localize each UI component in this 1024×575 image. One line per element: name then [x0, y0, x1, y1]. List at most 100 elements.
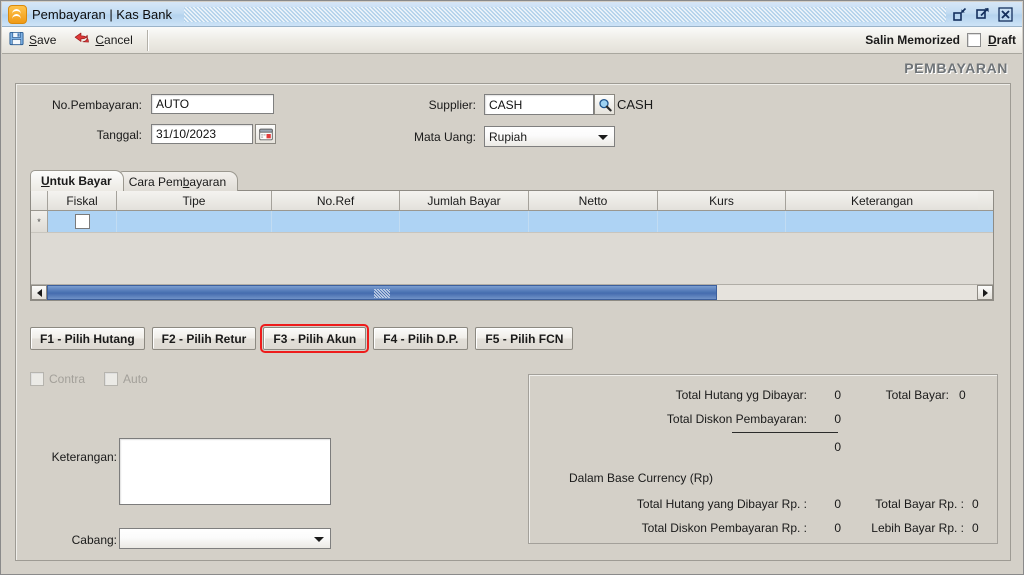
- grid-empty-area: [31, 232, 993, 286]
- auto-checkbox: [104, 372, 119, 386]
- cabang-select[interactable]: [119, 528, 331, 549]
- total-hutang-value: 0: [834, 388, 841, 402]
- mata-uang-label: Mata Uang:: [413, 130, 476, 144]
- arrow-left-icon[interactable]: [31, 285, 47, 300]
- calendar-icon[interactable]: [255, 124, 276, 144]
- f4-pilih-dp-button[interactable]: F4 - Pilih D.P.: [373, 327, 469, 350]
- tab-untuk-bayar[interactable]: Untuk Bayar: [30, 170, 124, 191]
- tab-untuk-bayar-label: Untuk Bayar: [41, 174, 112, 188]
- lebih-bayar-rp-value: 0: [972, 521, 979, 535]
- supplier-label: Supplier:: [428, 98, 476, 112]
- base-currency-label: Dalam Base Currency (Rp): [569, 471, 714, 485]
- contra-checkbox: [30, 372, 44, 386]
- chevron-down-icon-cabang: [314, 536, 324, 542]
- payment-lines-grid: Fiskal Tipe No.Ref Jumlah Bayar Netto Ku…: [30, 190, 994, 301]
- application-window: Pembayaran | Kas Bank Save Cancel Salin …: [0, 0, 1024, 575]
- window-title: Pembayaran | Kas Bank: [32, 6, 172, 22]
- cell-kurs[interactable]: [658, 211, 786, 232]
- total-diskon-rp-label: Total Diskon Pembayaran Rp. :: [641, 521, 807, 535]
- mata-uang-value: Rupiah: [489, 129, 528, 144]
- tanggal-label: Tanggal:: [96, 128, 142, 142]
- total-hutang-rp-label: Total Hutang yang Dibayar Rp. :: [636, 497, 807, 511]
- grid-header-jumlah-bayar[interactable]: Jumlah Bayar: [400, 191, 529, 210]
- no-pembayaran-input[interactable]: AUTO: [151, 94, 274, 114]
- main-panel: No.Pembayaran: AUTO Tanggal: 31/10/2023 …: [15, 83, 1011, 561]
- keterangan-label: Keterangan:: [51, 450, 117, 464]
- grid-header-kurs[interactable]: Kurs: [658, 191, 786, 210]
- tab-cara-pembayaran[interactable]: Cara Pembayaran: [117, 171, 239, 191]
- save-button-label: Save: [29, 33, 57, 47]
- window-controls: [950, 6, 1015, 23]
- grid-header-row: Fiskal Tipe No.Ref Jumlah Bayar Netto Ku…: [31, 191, 993, 211]
- grid-corner-cell: [31, 191, 48, 210]
- grid-header-netto[interactable]: Netto: [529, 191, 658, 210]
- draft-checkbox[interactable]: [966, 33, 981, 47]
- restore-icon[interactable]: [950, 6, 969, 23]
- scrollbar-track[interactable]: [47, 285, 977, 300]
- close-icon[interactable]: [996, 6, 1015, 23]
- f3-pilih-akun-button[interactable]: F3 - Pilih Akun: [260, 324, 370, 353]
- page-header-strip: PEMBAYARAN: [2, 54, 1022, 82]
- f1-pilih-hutang-button[interactable]: F1 - Pilih Hutang: [30, 327, 145, 350]
- chevron-down-icon: [598, 134, 608, 140]
- magnifier-icon[interactable]: [594, 94, 615, 115]
- draft-label: Draft: [987, 33, 1016, 47]
- page-title: PEMBAYARAN: [904, 60, 1008, 76]
- total-diskon-value: 0: [834, 412, 841, 426]
- lebih-bayar-rp-label: Lebih Bayar Rp. :: [871, 521, 964, 535]
- supplier-input[interactable]: CASH: [484, 94, 594, 115]
- chevrons-up-icon: [8, 4, 27, 24]
- contra-label: Contra: [49, 372, 86, 386]
- function-button-bar: F1 - Pilih Hutang F2 - Pilih Retur F3 - …: [30, 324, 574, 353]
- mata-uang-select[interactable]: Rupiah: [484, 126, 615, 147]
- total-bayar-rp-value: 0: [972, 497, 979, 511]
- cell-fiskal[interactable]: [48, 211, 117, 232]
- tanggal-input[interactable]: 31/10/2023: [151, 124, 253, 144]
- table-row[interactable]: *: [31, 211, 993, 232]
- no-pembayaran-label: No.Pembayaran:: [51, 98, 142, 112]
- title-bar-hatch: [183, 6, 946, 22]
- row-marker: *: [31, 211, 48, 232]
- undo-arrow-icon: [73, 31, 90, 49]
- grid-header-fiskal[interactable]: Fiskal: [48, 191, 117, 210]
- cancel-button[interactable]: Cancel: [66, 29, 142, 51]
- tab-strip: Untuk Bayar Cara Pembayaran: [30, 170, 239, 191]
- cabang-label: Cabang:: [71, 533, 117, 547]
- toolbar: Save Cancel Salin Memorized Draft: [2, 27, 1022, 54]
- cell-keterangan[interactable]: [786, 211, 978, 232]
- toolbar-separator: [146, 29, 149, 51]
- scrollbar-thumb[interactable]: [47, 285, 717, 300]
- supplier-name-text: CASH: [617, 97, 654, 112]
- totals-panel: Total Hutang yg Dibayar: 0 Total Bayar: …: [528, 374, 998, 544]
- grid-horizontal-scrollbar[interactable]: [31, 284, 993, 300]
- toolbar-right-group: Salin Memorized Draft: [865, 33, 1016, 47]
- options-row: Contra Auto: [30, 372, 148, 386]
- fiskal-checkbox[interactable]: [74, 214, 90, 229]
- grid-header-keterangan[interactable]: Keterangan: [786, 191, 978, 210]
- save-button[interactable]: Save: [2, 29, 66, 51]
- grid-header-noref[interactable]: No.Ref: [272, 191, 400, 210]
- cell-noref[interactable]: [272, 211, 400, 232]
- total-diskon-label: Total Diskon Pembayaran:: [666, 412, 807, 426]
- subtotal-value: 0: [834, 440, 841, 454]
- cell-jumlah-bayar[interactable]: [400, 211, 529, 232]
- grid-header-tipe[interactable]: Tipe: [117, 191, 272, 210]
- totals-divider: [732, 432, 838, 433]
- total-bayar-rp-label: Total Bayar Rp. :: [875, 497, 964, 511]
- keterangan-textarea[interactable]: [119, 438, 331, 505]
- auto-label: Auto: [123, 372, 148, 386]
- cell-tipe[interactable]: [117, 211, 272, 232]
- tab-cara-pembayaran-label: Cara Pembayaran: [128, 174, 227, 189]
- cancel-button-label: Cancel: [95, 33, 133, 47]
- salin-memorized-label[interactable]: Salin Memorized: [865, 33, 960, 47]
- arrow-right-icon[interactable]: [977, 285, 993, 300]
- title-bar: Pembayaran | Kas Bank: [2, 2, 1022, 27]
- total-bayar-value: 0: [959, 388, 966, 402]
- total-bayar-label: Total Bayar:: [885, 388, 949, 402]
- f2-pilih-retur-button[interactable]: F2 - Pilih Retur: [151, 327, 257, 350]
- maximize-icon[interactable]: [973, 6, 992, 23]
- total-hutang-label: Total Hutang yg Dibayar:: [675, 388, 807, 402]
- f5-pilih-fcn-button[interactable]: F5 - Pilih FCN: [475, 327, 574, 350]
- save-icon: [9, 31, 24, 49]
- cell-netto[interactable]: [529, 211, 658, 232]
